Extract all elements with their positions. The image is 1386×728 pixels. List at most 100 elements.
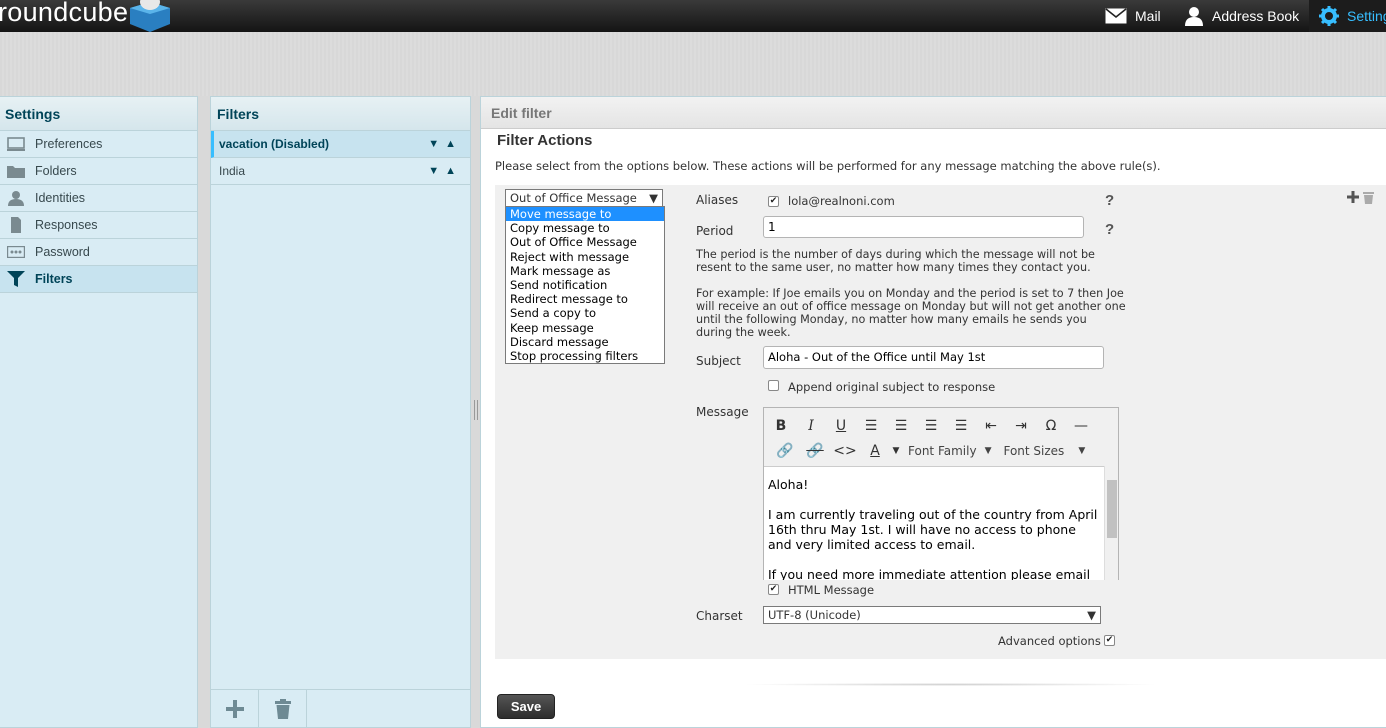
- filters-footer: [211, 689, 470, 728]
- action-option[interactable]: Stop processing filters: [506, 349, 664, 363]
- filter-actions-description: Please select from the options below. Th…: [495, 159, 1161, 173]
- action-option[interactable]: Out of Office Message: [506, 235, 664, 249]
- save-button[interactable]: Save: [497, 694, 555, 719]
- filters-panel-title: Filters: [211, 97, 470, 131]
- settings-panel: Settings Preferences Folders Identities …: [0, 96, 198, 728]
- alias-checkbox[interactable]: ✔: [768, 196, 779, 207]
- roundcube-logo-icon: [130, 0, 170, 32]
- filter-icon: [7, 271, 25, 287]
- period-label: Period: [696, 224, 734, 238]
- charset-value: UTF-8 (Unicode): [768, 608, 861, 622]
- action-option[interactable]: Discard message: [506, 335, 664, 349]
- row-tools: [1347, 191, 1374, 204]
- filter-name: vacation (Disabled): [219, 137, 330, 151]
- plus-icon: [225, 700, 244, 718]
- settings-item-label: Filters: [35, 272, 73, 286]
- indent-icon[interactable]: ⇥: [1006, 418, 1036, 434]
- panel-splitter[interactable]: [474, 400, 478, 420]
- settings-item-folders[interactable]: Folders: [0, 158, 197, 185]
- action-option[interactable]: Move message to: [506, 207, 664, 222]
- subject-input[interactable]: Aloha - Out of the Office until May 1st: [763, 346, 1104, 369]
- alias-email: lola@realnoni.com: [788, 194, 895, 208]
- editor-scrollbar[interactable]: [1104, 466, 1118, 580]
- message-body[interactable]: Aloha! I am currently traveling out of t…: [764, 466, 1106, 580]
- font-family-label: Font Family: [908, 444, 977, 458]
- settings-item-responses[interactable]: Responses: [0, 212, 197, 239]
- action-option[interactable]: Send notification: [506, 278, 664, 292]
- filter-row-india[interactable]: India ▼▲: [211, 158, 470, 185]
- align-right-icon[interactable]: ☰: [916, 418, 946, 434]
- font-family-dropdown[interactable]: Font Family ▼: [902, 444, 997, 458]
- text-color-icon[interactable]: A: [860, 443, 890, 459]
- delete-action-icon[interactable]: [1363, 191, 1374, 204]
- link-icon[interactable]: 🔗: [770, 443, 800, 459]
- aliases-label: Aliases: [696, 193, 739, 207]
- special-char-icon[interactable]: Ω: [1036, 418, 1066, 434]
- toolbar-area: [0, 32, 1386, 96]
- move-arrows-icon[interactable]: ▼▲: [428, 165, 462, 177]
- editor-toolbar-row-2: 🔗 🔗 <> A ▼ Font Family ▼ Font Sizes ▼: [770, 439, 1091, 463]
- edit-filter-panel: Edit filter Filter Actions Please select…: [480, 96, 1386, 728]
- add-filter-button[interactable]: [211, 690, 259, 728]
- message-line: Aloha!: [768, 477, 809, 492]
- settings-item-filters[interactable]: Filters: [0, 266, 197, 293]
- add-action-icon[interactable]: [1347, 191, 1359, 203]
- top-bar: roundcube Mail Address Book Settings: [0, 0, 1386, 32]
- scrollbar-thumb[interactable]: [1107, 480, 1117, 538]
- align-justify-icon[interactable]: ☰: [946, 418, 976, 434]
- charset-label: Charset: [696, 609, 743, 623]
- font-sizes-label: Font Sizes: [1003, 444, 1065, 458]
- nav-address-book[interactable]: Address Book: [1184, 0, 1299, 32]
- source-code-icon[interactable]: <>: [830, 443, 860, 459]
- settings-item-label: Folders: [35, 164, 77, 178]
- filter-name: India: [219, 164, 246, 178]
- action-option[interactable]: Send a copy to: [506, 306, 664, 320]
- filters-panel: Filters vacation (Disabled) ▼▲ India ▼▲: [210, 96, 471, 728]
- nav-settings-label: Settings: [1347, 8, 1386, 24]
- settings-item-identities[interactable]: Identities: [0, 185, 197, 212]
- italic-icon[interactable]: I: [796, 418, 826, 434]
- action-option[interactable]: Copy message to: [506, 221, 664, 235]
- bold-icon[interactable]: B: [766, 418, 796, 434]
- action-option[interactable]: Keep message: [506, 321, 664, 335]
- align-left-icon[interactable]: ☰: [856, 418, 886, 434]
- period-help-icon[interactable]: ?: [1105, 221, 1114, 238]
- action-dropdown-list: Move message to Copy message to Out of O…: [505, 206, 665, 365]
- charset-select[interactable]: UTF-8 (Unicode) ▼: [763, 606, 1101, 624]
- outdent-icon[interactable]: ⇤: [976, 418, 1006, 434]
- message-line: If you need more immediate attention ple…: [768, 567, 1091, 580]
- action-option[interactable]: Redirect message to: [506, 292, 664, 306]
- message-label: Message: [696, 405, 749, 419]
- message-line: I am currently traveling out of the coun…: [768, 507, 1098, 552]
- gear-icon: [1319, 6, 1339, 26]
- html-message-label: HTML Message: [788, 583, 875, 597]
- underline-icon[interactable]: U: [826, 418, 856, 434]
- font-sizes-dropdown[interactable]: Font Sizes ▼: [997, 444, 1091, 458]
- horizontal-rule-icon[interactable]: —: [1066, 418, 1096, 434]
- unlink-icon[interactable]: 🔗: [800, 443, 830, 459]
- message-editor: B I U ☰ ☰ ☰ ☰ ⇤ ⇥ Ω — 🔗 🔗 <> A ▼ Font Fa…: [763, 407, 1119, 580]
- align-center-icon[interactable]: ☰: [886, 418, 916, 434]
- action-select[interactable]: Out of Office Message ▼: [505, 189, 663, 207]
- html-message-checkbox[interactable]: ✔: [768, 584, 779, 595]
- nav-settings[interactable]: Settings: [1309, 0, 1386, 32]
- period-input[interactable]: 1: [763, 216, 1084, 238]
- envelope-icon: [1105, 8, 1127, 24]
- delete-filter-button[interactable]: [259, 690, 307, 728]
- aliases-help-icon[interactable]: ?: [1105, 192, 1114, 209]
- action-row: Out of Office Message ▼ Move message to …: [495, 185, 1386, 659]
- settings-item-label: Password: [35, 245, 90, 259]
- filter-actions-title: Filter Actions: [497, 132, 593, 149]
- move-arrows-icon[interactable]: ▼▲: [428, 138, 462, 150]
- divider: [741, 683, 1161, 686]
- nav-mail[interactable]: Mail: [1105, 0, 1161, 32]
- action-option[interactable]: Reject with message: [506, 250, 664, 264]
- filter-row-vacation[interactable]: vacation (Disabled) ▼▲: [211, 131, 470, 158]
- logo-text: roundcube: [0, 0, 129, 27]
- settings-item-preferences[interactable]: Preferences: [0, 131, 197, 158]
- action-option[interactable]: Mark message as: [506, 264, 664, 278]
- settings-item-password[interactable]: Password: [0, 239, 197, 266]
- append-subject-checkbox[interactable]: [768, 380, 779, 391]
- text-color-dropdown-icon[interactable]: ▼: [890, 446, 902, 456]
- advanced-options-checkbox[interactable]: ✔: [1104, 635, 1115, 646]
